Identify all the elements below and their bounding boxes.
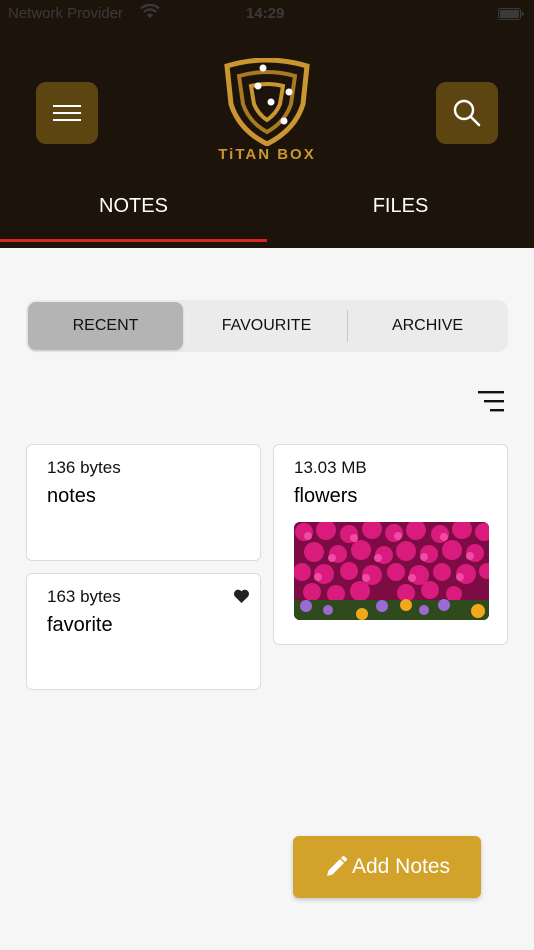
file-size: 13.03 MB	[294, 458, 367, 477]
segment-divider	[347, 310, 348, 342]
hamburger-icon	[53, 105, 81, 121]
note-title: favorite	[47, 614, 113, 636]
add-notes-label: Add Notes	[351, 855, 451, 878]
note-size: 163 bytes	[47, 587, 121, 606]
filter-segmented-control: RECENT FAVOURITE ARCHIVE	[26, 300, 508, 352]
search-icon	[453, 99, 481, 127]
segment-archive[interactable]: ARCHIVE	[350, 302, 505, 350]
wifi-icon	[140, 4, 160, 18]
file-title: flowers	[294, 485, 358, 507]
battery-icon	[498, 8, 524, 20]
clock: 14:29	[246, 5, 285, 22]
tab-notes[interactable]: NOTES	[0, 186, 267, 242]
shield-logo-icon	[224, 57, 310, 147]
flower-photo-thumbnail	[294, 522, 489, 620]
menu-button[interactable]	[36, 82, 98, 144]
note-card[interactable]: 136 bytes notes	[26, 444, 261, 561]
note-card[interactable]: 163 bytes favorite	[26, 573, 261, 690]
main-tabs: NOTES FILES	[0, 186, 534, 248]
note-size: 136 bytes	[47, 458, 121, 477]
app-logo: TiTAN BOX	[205, 57, 329, 166]
app-header: Network Provider 14:29 TiTAN BOX NOTES F…	[0, 0, 534, 248]
status-bar: Network Provider 14:29	[0, 0, 534, 28]
carrier-name: Network Provider	[8, 5, 124, 22]
segment-recent[interactable]: RECENT	[28, 302, 183, 350]
note-title: notes	[47, 485, 96, 507]
active-tab-indicator	[0, 239, 267, 242]
add-notes-button[interactable]: Add Notes	[293, 836, 481, 898]
sort-icon[interactable]	[478, 389, 504, 413]
pencil-icon	[326, 856, 347, 876]
heart-icon	[234, 589, 249, 603]
logo-wordmark: TiTAN BOX	[218, 146, 316, 163]
segment-favourite[interactable]: FAVOURITE	[189, 302, 344, 350]
tab-files[interactable]: FILES	[267, 186, 534, 242]
file-card[interactable]: 13.03 MB flowers	[273, 444, 508, 645]
search-button[interactable]	[436, 82, 498, 144]
